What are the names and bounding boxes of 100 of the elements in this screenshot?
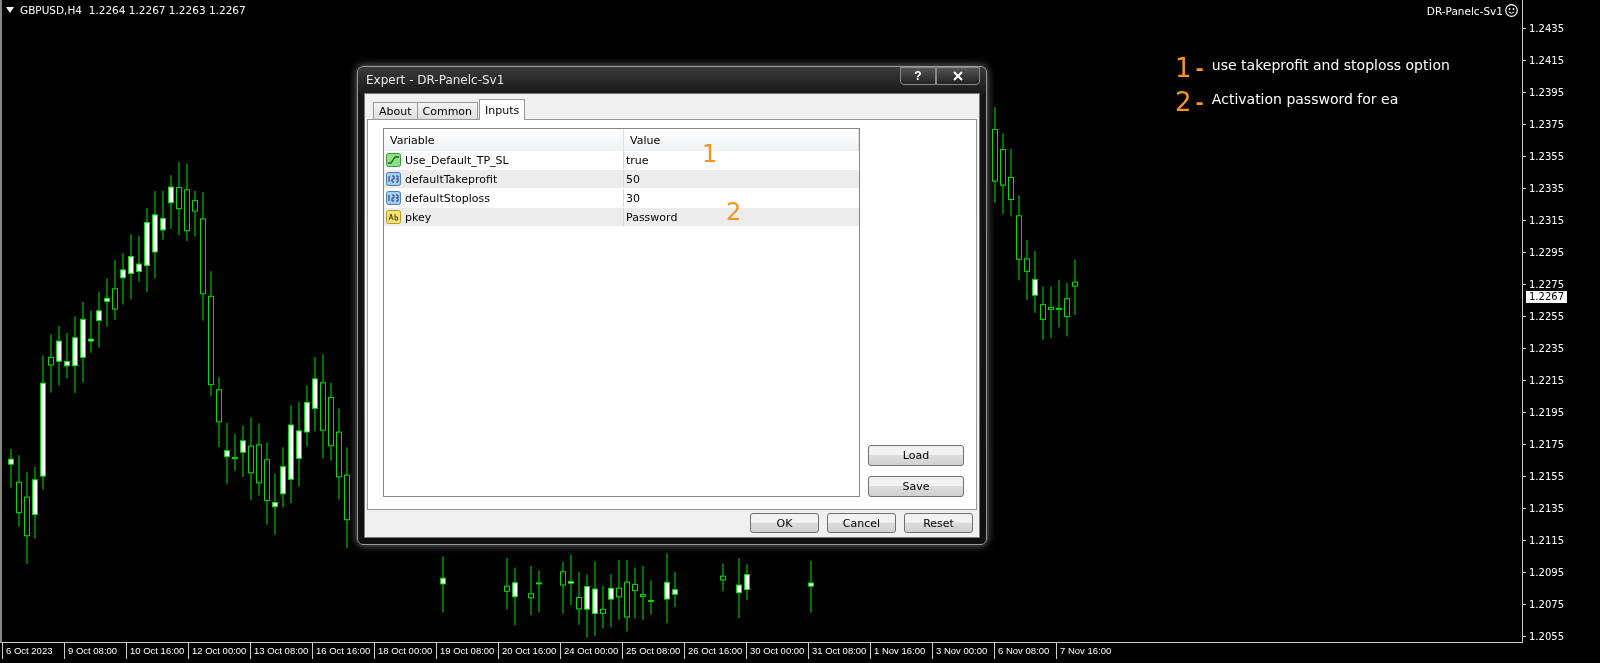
time-label: 13 Oct 08:00 (250, 643, 309, 659)
candle (736, 557, 742, 619)
note-number: 2 (1175, 88, 1192, 116)
candle (1024, 239, 1030, 301)
candle (224, 422, 230, 485)
candle (600, 585, 606, 630)
candle (1048, 286, 1054, 339)
price-label: 1.2315 (1529, 214, 1564, 226)
time-label: 10 Oct 16:00 (126, 643, 185, 659)
candle (576, 571, 582, 626)
time-label: 7 Nov 16:00 (1056, 643, 1112, 659)
side-button[interactable]: Save (868, 476, 964, 497)
price-label: 1.2115 (1529, 534, 1564, 546)
dropdown-icon[interactable] (6, 7, 14, 13)
candle (8, 448, 14, 488)
candle (192, 190, 198, 238)
window-title: Expert - DR-Panelc-Sv1 (365, 73, 505, 87)
variable-name: pkey (405, 210, 432, 224)
note-text: use takeprofit and stoploss option (1211, 56, 1450, 75)
price-label: 1.2335 (1529, 182, 1564, 194)
close-button[interactable] (936, 67, 980, 85)
variable-name: Use_Default_TP_SL (405, 153, 509, 167)
candle (1040, 285, 1046, 341)
price-label: 1.2215 (1529, 374, 1564, 386)
candle (120, 252, 126, 306)
column-header: Variable (384, 129, 624, 151)
candle (528, 565, 534, 616)
variable-value[interactable]: 50 (626, 172, 640, 186)
candle (720, 562, 726, 592)
candle (112, 259, 118, 321)
number-icon (386, 172, 401, 186)
variable-name: defaultTakeprofit (405, 172, 498, 186)
time-label: 1 Nov 16:00 (870, 643, 926, 659)
time-label: 6 Nov 08:00 (994, 643, 1050, 659)
number-icon (386, 191, 401, 205)
price-label: 1.2055 (1529, 630, 1564, 642)
close-icon (953, 71, 963, 81)
candle (536, 569, 542, 614)
variable-value[interactable]: true (626, 153, 649, 167)
time-label: 9 Oct 08:00 (64, 643, 118, 659)
candle (632, 566, 638, 620)
dialog-button[interactable]: OK (750, 513, 819, 533)
candle (1008, 148, 1014, 217)
candle (744, 563, 750, 601)
note-number: 1 (1175, 54, 1192, 82)
candle (272, 473, 278, 535)
help-button[interactable]: ? (900, 67, 936, 85)
candle (1032, 250, 1038, 314)
candle (1072, 258, 1078, 316)
candle (304, 384, 310, 447)
text-icon (386, 210, 401, 224)
price-label: 1.2175 (1529, 438, 1564, 450)
dialog-button[interactable]: Cancel (827, 513, 896, 533)
candle (440, 555, 446, 614)
indicator-name: DR-Panelc-Sv1 (1426, 4, 1503, 17)
candle (64, 332, 70, 379)
side-button[interactable]: Load (868, 445, 964, 466)
dialog-button[interactable]: Reset (904, 513, 973, 533)
candle (648, 580, 654, 615)
candle (56, 325, 62, 387)
candle (128, 233, 134, 300)
time-label: 16 Oct 16:00 (312, 643, 371, 659)
candle (504, 557, 510, 610)
time-label: 19 Oct 08:00 (436, 643, 495, 659)
candle (616, 559, 622, 621)
variable-name: defaultStoploss (405, 191, 490, 205)
note-dash: - (1195, 89, 1204, 116)
price-label: 1.2095 (1529, 566, 1564, 578)
candle (1064, 282, 1070, 337)
candle (96, 291, 102, 349)
variable-value[interactable]: 30 (626, 191, 640, 205)
price-label: 1.2275 (1529, 278, 1564, 290)
price-label: 1.2255 (1529, 310, 1564, 322)
time-label: 30 Oct 00:00 (746, 643, 805, 659)
time-label: 25 Oct 08:00 (622, 643, 681, 659)
time-label: 24 Oct 00:00 (560, 643, 619, 659)
price-label: 1.2375 (1529, 118, 1564, 130)
current-price-label: 1.2267 (1526, 290, 1567, 303)
candle (216, 376, 222, 448)
candle (168, 174, 174, 230)
candle (136, 235, 142, 283)
tab[interactable]: Common (416, 102, 479, 120)
candle (808, 560, 814, 614)
tab[interactable]: About (373, 102, 418, 120)
price-label: 1.2155 (1529, 470, 1564, 482)
variable-value[interactable]: Password (626, 210, 678, 224)
candle (280, 446, 286, 508)
chart-symbol-header: GBPUSD,H4 1.2264 1.2267 1.2263 1.2267 (20, 4, 246, 16)
candle (584, 574, 590, 639)
candle (240, 425, 246, 478)
tab[interactable]: Inputs (479, 99, 526, 120)
candle (232, 433, 238, 472)
time-label: 31 Oct 08:00 (808, 643, 867, 659)
price-label: 1.2415 (1529, 54, 1564, 66)
candle (640, 565, 646, 621)
smiley-icon (1505, 4, 1518, 17)
price-label: 1.2395 (1529, 86, 1564, 98)
toggle-icon (386, 153, 401, 167)
time-label: 12 Oct 00:00 (188, 643, 247, 659)
candle (672, 571, 678, 608)
